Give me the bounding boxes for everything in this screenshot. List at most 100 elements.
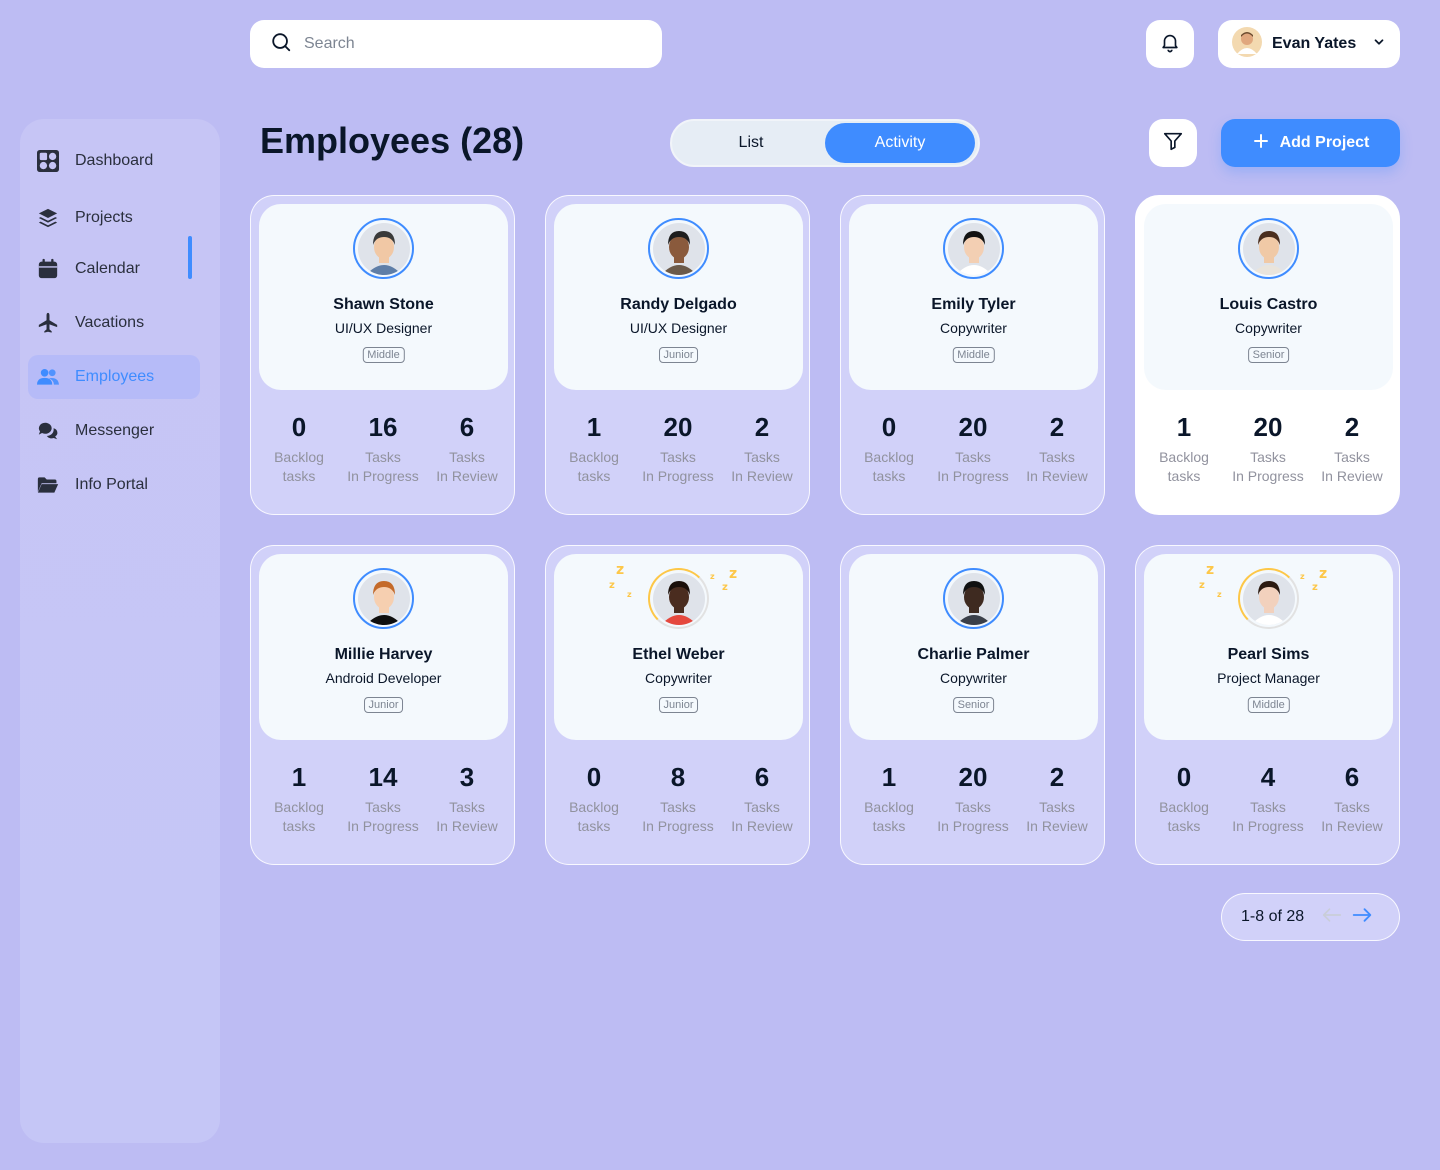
stat-label-line: In Progress bbox=[642, 818, 714, 834]
dashboard-icon bbox=[37, 150, 59, 172]
in-review-stat: 2 Tasks In Review bbox=[1017, 412, 1097, 486]
stat-label: Tasks In Review bbox=[1312, 798, 1392, 836]
sidebar-item-projects[interactable]: Projects bbox=[28, 196, 200, 240]
layers-icon bbox=[37, 207, 59, 229]
in-progress-count: 14 bbox=[368, 762, 398, 792]
user-menu[interactable]: Evan Yates bbox=[1218, 20, 1400, 68]
sidebar-item-label: Vacations bbox=[75, 314, 145, 331]
sidebar-item-calendar[interactable]: Calendar bbox=[28, 247, 200, 291]
stat-label-line: Tasks bbox=[955, 449, 991, 465]
folder-icon bbox=[37, 474, 59, 496]
stat-label: Backlog tasks bbox=[259, 798, 339, 836]
stat-label: Backlog tasks bbox=[554, 448, 634, 486]
user-name: Evan Yates bbox=[1272, 35, 1357, 52]
employee-card[interactable]: Randy Delgado UI/UX Designer Junior 1 Ba… bbox=[545, 195, 810, 515]
level-badge: Junior bbox=[658, 697, 699, 713]
stat-label-line: tasks bbox=[1167, 818, 1201, 834]
avatar bbox=[943, 218, 1004, 279]
stat-label-line: In Progress bbox=[937, 468, 1009, 484]
in-progress-count: 20 bbox=[1253, 412, 1283, 442]
employee-name: Charlie Palmer bbox=[917, 646, 1030, 663]
employee-role: Copywriter bbox=[645, 670, 712, 686]
employee-card[interactable]: Millie Harvey Android Developer Junior 1… bbox=[250, 545, 515, 865]
level-badge: Senior bbox=[952, 697, 995, 713]
employee-card[interactable]: z z z z z z Pearl Sims Project Manager M… bbox=[1135, 545, 1400, 865]
stat-label-line: Tasks bbox=[660, 799, 696, 815]
sidebar-item-label: Dashboard bbox=[75, 152, 154, 169]
filter-icon bbox=[1162, 130, 1184, 157]
stat-label: Backlog tasks bbox=[849, 798, 929, 836]
employee-card[interactable]: z z z z z z Ethel Weber Copywriter Junio… bbox=[545, 545, 810, 865]
page-title: Employees (28) bbox=[260, 120, 525, 161]
search-input[interactable] bbox=[304, 35, 624, 53]
stat-label: Tasks In Progress bbox=[638, 798, 718, 836]
avatar-photo bbox=[947, 572, 1000, 625]
stat-label-line: Backlog bbox=[569, 799, 619, 815]
stat-label-line: Tasks bbox=[449, 799, 485, 815]
previous-page-button[interactable] bbox=[1322, 907, 1342, 928]
stat-label-line: Tasks bbox=[1250, 449, 1286, 465]
in-review-count: 6 bbox=[459, 412, 475, 442]
employee-role: UI/UX Designer bbox=[334, 320, 433, 336]
employee-card[interactable]: Charlie Palmer Copywriter Senior 1 Backl… bbox=[840, 545, 1105, 865]
employee-role: Android Developer bbox=[325, 670, 442, 686]
in-progress-count: 20 bbox=[958, 412, 988, 442]
users-icon bbox=[37, 366, 59, 388]
sidebar-item-label: Projects bbox=[75, 209, 133, 226]
employee-profile: Charlie Palmer Copywriter Senior bbox=[849, 554, 1098, 740]
stat-label-line: tasks bbox=[577, 818, 611, 834]
stat-label-line: In Review bbox=[1026, 468, 1088, 484]
sidebar-item-dashboard[interactable]: Dashboard bbox=[28, 139, 200, 183]
add-project-button[interactable]: Add Project bbox=[1221, 119, 1400, 167]
stat-label-line: Tasks bbox=[744, 799, 780, 815]
add-project-label: Add Project bbox=[1279, 134, 1370, 151]
backlog-count: 0 bbox=[586, 762, 602, 792]
sidebar-item-vacations[interactable]: Vacations bbox=[28, 301, 200, 345]
stat-label-line: Backlog bbox=[1159, 449, 1209, 465]
stat-label-line: Tasks bbox=[365, 449, 401, 465]
notifications-button[interactable] bbox=[1146, 20, 1194, 68]
avatar-photo bbox=[1242, 572, 1295, 625]
backlog-count: 1 bbox=[1176, 412, 1192, 442]
in-review-stat: 3 Tasks In Review bbox=[427, 762, 507, 836]
in-review-stat: 6 Tasks In Review bbox=[427, 412, 507, 486]
tab-activity[interactable]: Activity bbox=[825, 123, 975, 163]
employee-card[interactable]: Shawn Stone UI/UX Designer Middle 0 Back… bbox=[250, 195, 515, 515]
stat-label-line: Backlog bbox=[569, 449, 619, 465]
tab-list[interactable]: List bbox=[676, 123, 826, 163]
sleep-icon: z bbox=[1300, 572, 1305, 581]
stat-label-line: In Progress bbox=[1232, 468, 1304, 484]
next-page-button[interactable] bbox=[1352, 907, 1372, 928]
employee-card[interactable]: Emily Tyler Copywriter Middle 0 Backlog … bbox=[840, 195, 1105, 515]
in-progress-count: 20 bbox=[958, 762, 988, 792]
sleep-icon: z bbox=[722, 582, 728, 593]
sidebar-item-employees[interactable]: Employees bbox=[28, 355, 200, 399]
in-progress-stat: 20 Tasks In Progress bbox=[933, 412, 1013, 486]
stat-label: Backlog tasks bbox=[554, 798, 634, 836]
employee-name: Louis Castro bbox=[1219, 296, 1318, 313]
stat-label-line: Tasks bbox=[1250, 799, 1286, 815]
in-review-stat: 2 Tasks In Review bbox=[722, 412, 802, 486]
avatar bbox=[1238, 568, 1299, 629]
avatar bbox=[1232, 26, 1262, 62]
stat-label: Backlog tasks bbox=[1144, 448, 1224, 486]
level-badge: Middle bbox=[1247, 697, 1290, 713]
search-bar[interactable] bbox=[250, 20, 662, 68]
stat-label-line: Tasks bbox=[1039, 799, 1075, 815]
avatar bbox=[943, 568, 1004, 629]
stat-label: Tasks In Review bbox=[427, 798, 507, 836]
stat-label: Backlog tasks bbox=[259, 448, 339, 486]
sidebar-item-messenger[interactable]: Messenger bbox=[28, 409, 200, 453]
employee-profile: Millie Harvey Android Developer Junior bbox=[259, 554, 508, 740]
backlog-stat: 0 Backlog tasks bbox=[849, 412, 929, 486]
sidebar-item-info-portal[interactable]: Info Portal bbox=[28, 463, 200, 507]
filter-button[interactable] bbox=[1149, 119, 1197, 167]
in-progress-stat: 20 Tasks In Progress bbox=[933, 762, 1013, 836]
stat-label: Tasks In Review bbox=[1017, 798, 1097, 836]
employee-card[interactable]: Louis Castro Copywriter Senior 1 Backlog… bbox=[1135, 195, 1400, 515]
pagination: 1-8 of 28 bbox=[1221, 893, 1400, 941]
avatar bbox=[648, 218, 709, 279]
stat-label-line: Backlog bbox=[1159, 799, 1209, 815]
in-review-stat: 6 Tasks In Review bbox=[1312, 762, 1392, 836]
avatar-photo bbox=[357, 222, 410, 275]
